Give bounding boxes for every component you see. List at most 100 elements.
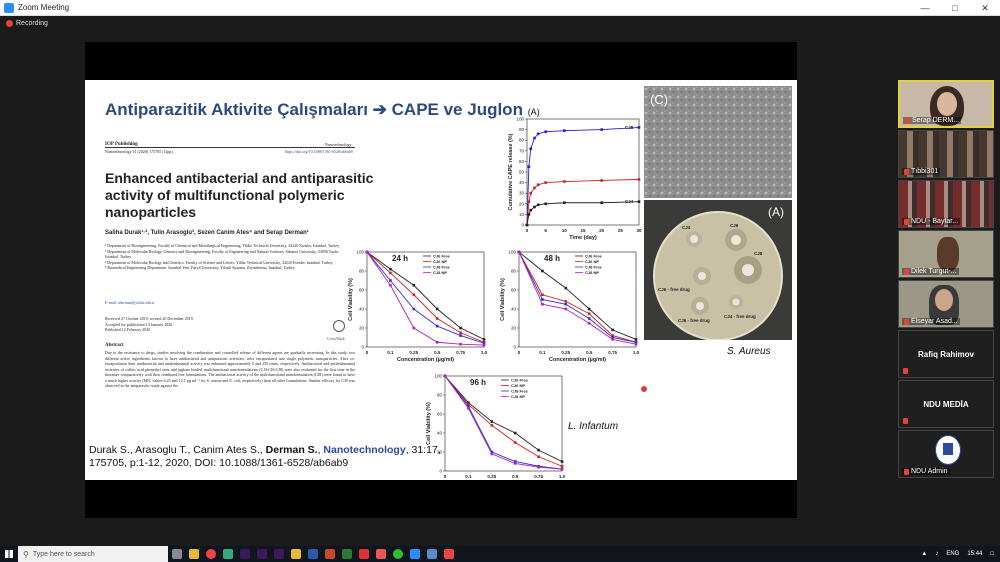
participant-name: Dilek Turgut-...	[911, 268, 957, 275]
chrome-icon[interactable]	[202, 546, 219, 562]
participant-tile[interactable]: NDU - Baytar...	[898, 180, 994, 228]
data-point	[467, 407, 470, 410]
word-icon[interactable]	[304, 546, 321, 562]
y-axis-label: Cell Viability (%)	[348, 278, 354, 321]
email: E-mail: sderman@yildiz.edu.tr	[105, 300, 155, 305]
series-line	[444, 375, 563, 470]
app-icon[interactable]	[355, 546, 372, 562]
citation: Durak S., Arasoglu T., Canim Ates S., De…	[89, 444, 441, 469]
data-point	[517, 250, 521, 254]
recording-indicator[interactable]: Recording	[6, 20, 48, 27]
y-tick-label: 80	[519, 138, 525, 143]
y-tick-label: 80	[437, 393, 443, 398]
viability-chart-24h: 0 20 40 60 80 100 0 0.1 0.25 0.5 0.75 1.0 Concentrat…	[348, 250, 488, 364]
minimize-button[interactable]: —	[910, 0, 940, 16]
paper-title: Enhanced antibacterial and antiparasitic…	[105, 170, 374, 220]
file-explorer-icon[interactable]	[185, 546, 202, 562]
data-point	[637, 178, 641, 181]
participant-tile[interactable]: Dilek Turgut-...	[898, 230, 994, 278]
participant-tile[interactable]: Elseyar Asad...	[898, 280, 994, 328]
paper-authors: Saliha Durak¹·², Tulin Arasoglu³, Sezen …	[105, 230, 309, 236]
agar-plate-photo: (A) CJ4 CJ6 CJ8 CJ6 - free drug CJ6 - fr…	[644, 200, 792, 340]
close-button[interactable]: ✕	[970, 0, 1000, 16]
data-point	[527, 213, 531, 216]
media-player-icon[interactable]	[219, 546, 236, 562]
powerpoint-icon[interactable]	[321, 546, 338, 562]
data-point	[389, 279, 392, 282]
data-point	[527, 200, 531, 203]
x-tick-label: 0.75	[456, 350, 465, 355]
mic-muted-icon	[903, 368, 908, 374]
data-point	[600, 201, 603, 205]
y-tick-label: 0	[521, 223, 524, 228]
task-view-icon[interactable]	[168, 546, 185, 562]
data-point	[513, 462, 517, 465]
data-point	[389, 267, 392, 271]
excel-icon[interactable]	[338, 546, 355, 562]
participant-tile[interactable]: Serap DERM...	[898, 80, 994, 128]
y-tick-label: 20	[359, 326, 365, 331]
data-point	[564, 286, 568, 290]
x-tick-label: 1.0	[633, 350, 640, 355]
clock[interactable]: 15:44	[967, 551, 982, 557]
taskbar-search[interactable]: ⚲ Type here to search	[18, 546, 168, 562]
app-icon-4[interactable]	[440, 546, 457, 562]
plate-label: CJ6 - free drug	[678, 318, 710, 323]
plate-label: CJ6	[730, 223, 739, 228]
data-point	[412, 293, 416, 297]
record-dot-icon	[6, 20, 13, 27]
legend-label: CJ8 NP	[585, 270, 599, 275]
y-tick-label: 30	[519, 191, 525, 196]
data-point	[482, 343, 486, 347]
maximize-button[interactable]: □	[940, 0, 970, 16]
participant-name: Elseyar Asad...	[911, 318, 958, 325]
data-point	[541, 298, 544, 301]
data-point	[587, 317, 591, 320]
notifications-icon[interactable]: □	[990, 551, 994, 557]
mic-muted-icon	[905, 117, 910, 124]
meeting-stage: Recording Antiparazitik Aktivite Çalışma…	[0, 16, 1000, 546]
participant-tile[interactable]: NDU MEDİA	[898, 380, 994, 428]
zoom-taskbar-icon[interactable]	[406, 546, 423, 562]
explorer-icon[interactable]	[287, 546, 304, 562]
premiere-icon[interactable]	[236, 546, 253, 562]
language-indicator[interactable]: ENG	[946, 551, 959, 557]
l-infantum-label: L. Infantum	[568, 421, 619, 432]
x-tick-label: 10	[562, 228, 568, 233]
data-point	[560, 467, 564, 471]
face-shape	[935, 289, 953, 311]
affiliation-line: ² Department of Molecular Biology, Genet…	[105, 248, 339, 260]
x-tick-label: 0.1	[387, 350, 394, 355]
app-icon-3[interactable]	[423, 546, 440, 562]
data-point	[587, 307, 591, 311]
series-end-label: CJ8	[625, 125, 634, 130]
data-point	[529, 191, 533, 195]
participant-tile[interactable]: Rafiq Rahimov	[898, 330, 994, 378]
x-tick-label: 0.25	[487, 474, 496, 479]
data-point	[533, 205, 536, 209]
x-tick-label: 15	[580, 228, 586, 233]
legend-label: CJ6 NP	[433, 259, 447, 264]
premiere-icon-3[interactable]	[270, 546, 287, 562]
data-point	[587, 312, 591, 316]
app-icon-2[interactable]	[372, 546, 389, 562]
premiere-icon-2[interactable]	[253, 546, 270, 562]
start-button[interactable]	[0, 546, 18, 562]
data-point	[564, 302, 568, 306]
legend-label: CJ6 NP	[585, 259, 599, 264]
data-point	[560, 460, 564, 463]
legend-label: CJ6 NP	[511, 383, 525, 388]
data-point	[490, 420, 494, 423]
data-point	[537, 448, 540, 452]
y-tick-label: 0	[361, 345, 364, 350]
participant-tile[interactable]: NDU Admin	[898, 430, 994, 478]
series-line	[518, 251, 637, 343]
participant-tile[interactable]: Tıbbi301	[898, 130, 994, 178]
network-icon[interactable]: ▲	[921, 551, 927, 557]
logo-mark	[943, 443, 953, 455]
x-tick-label: 0.75	[608, 350, 617, 355]
data-point	[435, 340, 439, 344]
whatsapp-icon[interactable]	[389, 546, 406, 562]
volume-icon[interactable]: ♪	[935, 551, 938, 557]
data-point	[529, 208, 533, 212]
